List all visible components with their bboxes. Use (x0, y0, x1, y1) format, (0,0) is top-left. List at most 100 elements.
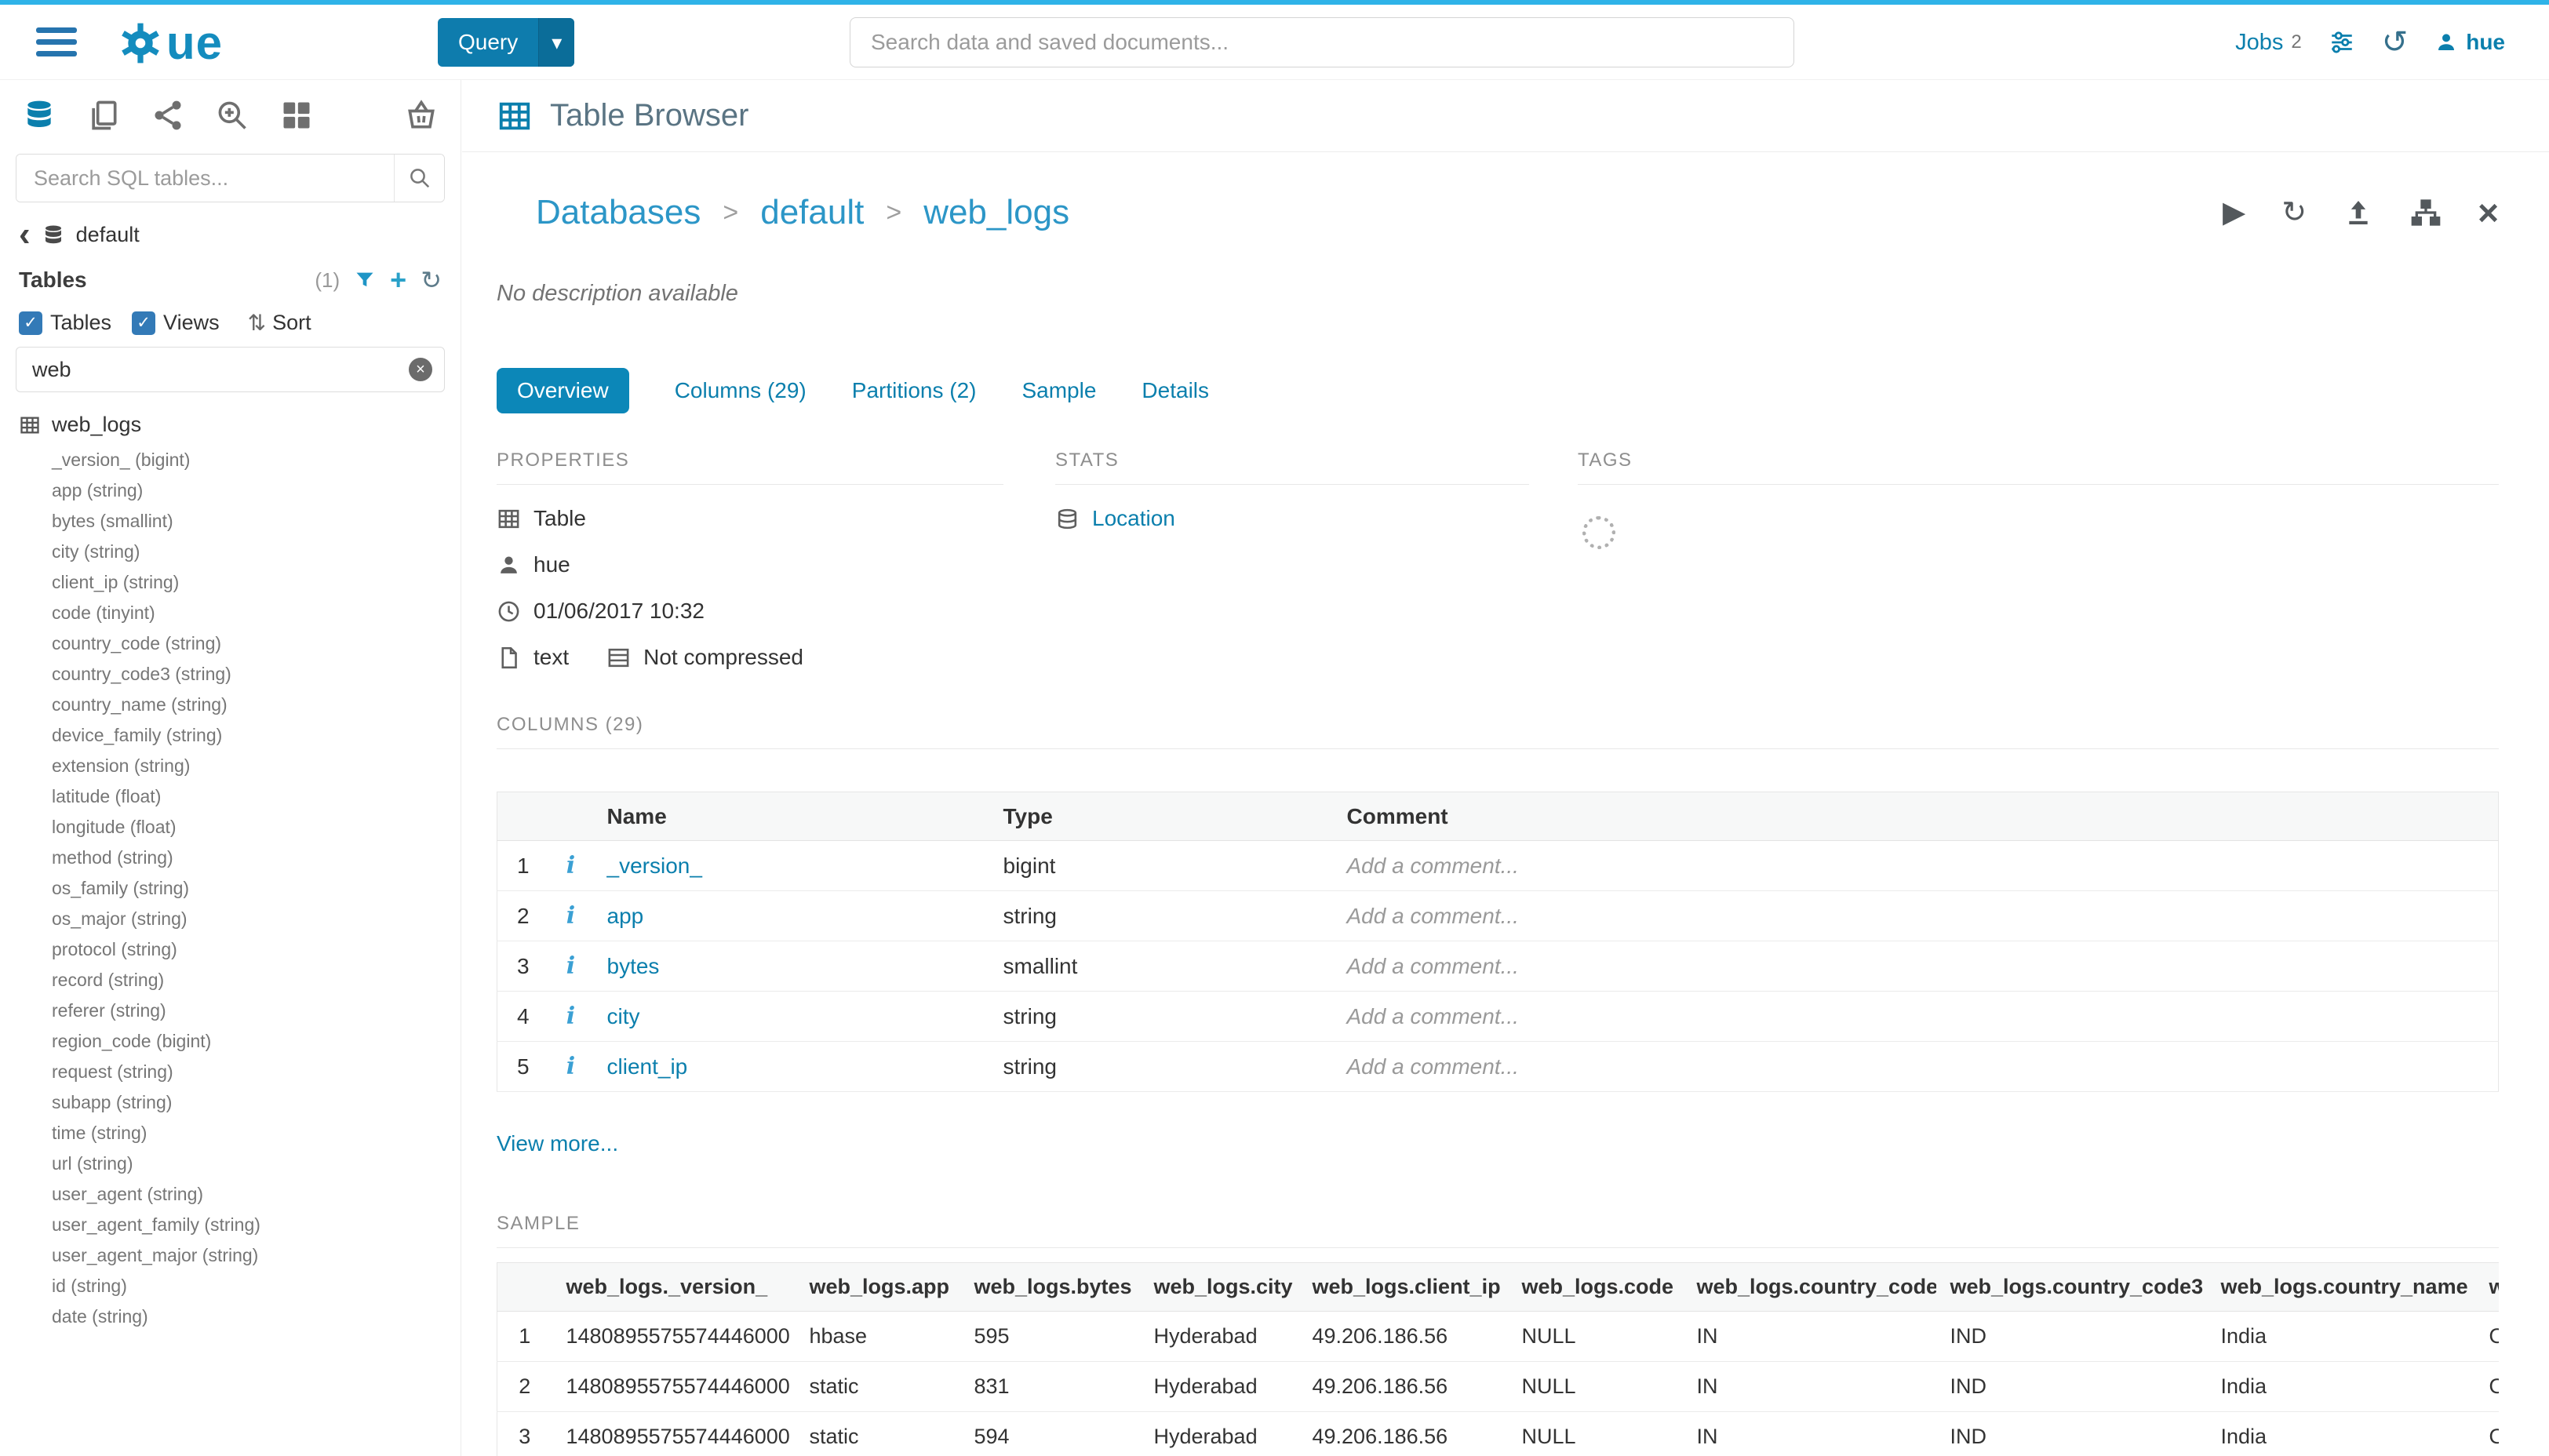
sidebar-column-item[interactable]: id (string) (52, 1271, 461, 1301)
sidebar-column-item[interactable]: method (string) (52, 843, 461, 873)
tab[interactable]: Partitions (2) (852, 368, 977, 413)
sample-cell: 831 (960, 1362, 1140, 1412)
views-checkbox[interactable]: ✓ Views (132, 311, 220, 335)
basket-icon[interactable] (404, 98, 439, 133)
column-info-icon[interactable]: i (566, 1053, 575, 1080)
sidebar-column-item[interactable]: city (string) (52, 537, 461, 567)
zoom-assist-icon[interactable] (215, 98, 249, 133)
sidebar-column-item[interactable]: protocol (string) (52, 934, 461, 965)
refresh-table-icon[interactable]: ↻ (2281, 198, 2307, 228)
column-row[interactable]: 1 i _version_ bigint Add a comment... (497, 841, 2499, 891)
column-info-icon[interactable]: i (566, 902, 575, 930)
table-filter-input[interactable] (16, 347, 445, 392)
sidebar-column-item[interactable]: user_agent_major (string) (52, 1240, 461, 1271)
column-info-icon[interactable]: i (566, 1003, 575, 1030)
lineage-sitemap-icon[interactable] (2410, 197, 2442, 228)
column-name-link[interactable]: city (607, 1004, 640, 1028)
sidebar-column-item[interactable]: subapp (string) (52, 1087, 461, 1118)
column-row[interactable]: 3 i bytes smallint Add a comment... (497, 941, 2499, 992)
sidebar-column-item[interactable]: longitude (float) (52, 812, 461, 843)
share-assist-icon[interactable] (151, 98, 185, 133)
sidebar-column-item[interactable]: date (string) (52, 1301, 461, 1332)
column-row[interactable]: 2 i app string Add a comment... (497, 891, 2499, 941)
clear-filter-icon[interactable]: × (409, 358, 432, 381)
sidebar-column-item[interactable]: client_ip (string) (52, 567, 461, 598)
sample-cell: IN (1683, 1312, 1936, 1362)
user-menu[interactable]: hue (2434, 30, 2505, 55)
sidebar-column-item[interactable]: extension (string) (52, 751, 461, 781)
sort-toggle[interactable]: ⇅ Sort (248, 310, 311, 336)
sidebar-column-item[interactable]: os_major (string) (52, 904, 461, 934)
column-index: 2 (497, 891, 549, 941)
column-row[interactable]: 5 i client_ip string Add a comment... (497, 1042, 2499, 1092)
jobs-link[interactable]: Jobs 2 (2235, 30, 2302, 56)
sidebar-column-item[interactable]: country_code3 (string) (52, 659, 461, 690)
sidebar-column-item[interactable]: referer (string) (52, 996, 461, 1026)
column-comment-placeholder[interactable]: Add a comment... (1333, 1042, 2499, 1092)
column-comment-placeholder[interactable]: Add a comment... (1333, 992, 2499, 1042)
column-info-icon[interactable]: i (566, 852, 575, 879)
query-button[interactable]: Query ▾ (438, 18, 574, 67)
breadcrumb-link[interactable]: default (760, 193, 864, 232)
sidebar-search-button[interactable] (394, 155, 444, 202)
history-icon[interactable]: ↺ (2382, 27, 2409, 58)
documents-assist-icon[interactable] (86, 98, 121, 133)
hamburger-menu-icon[interactable] (36, 27, 77, 56)
sample-cell: Hyderabad (1140, 1362, 1298, 1412)
jobs-sliders-icon[interactable] (2329, 29, 2355, 56)
sidebar-column-item[interactable]: time (string) (52, 1118, 461, 1148)
sidebar-column-item[interactable]: latitude (float) (52, 781, 461, 812)
hue-logo[interactable]: ue (118, 16, 223, 70)
sample-cell: O (2475, 1312, 2500, 1362)
tab[interactable]: Sample (1021, 368, 1096, 413)
tab[interactable]: Details (1142, 368, 1209, 413)
sidebar-column-item[interactable]: os_family (string) (52, 873, 461, 904)
tab[interactable]: Overview (497, 368, 629, 413)
column-comment-placeholder[interactable]: Add a comment... (1333, 941, 2499, 992)
view-more-link[interactable]: View more... (497, 1131, 618, 1156)
sidebar-column-item[interactable]: user_agent_family (string) (52, 1210, 461, 1240)
sidebar-column-item[interactable]: device_family (string) (52, 720, 461, 751)
column-info-icon[interactable]: i (566, 952, 575, 980)
tab[interactable]: Columns (29) (675, 368, 807, 413)
refresh-tables-icon[interactable]: ↻ (421, 268, 442, 293)
query-caret-icon[interactable]: ▾ (538, 18, 574, 67)
table-description[interactable]: No description available (497, 281, 2499, 307)
sidebar-column-item[interactable]: app (string) (52, 475, 461, 506)
global-search-input[interactable] (850, 17, 1794, 67)
sidebar-column-item[interactable]: region_code (bigint) (52, 1026, 461, 1057)
column-name-link[interactable]: _version_ (607, 854, 702, 878)
column-name-link[interactable]: bytes (607, 954, 660, 978)
tables-checkbox[interactable]: ✓ Tables (19, 311, 111, 335)
sidebar-column-item[interactable]: record (string) (52, 965, 461, 996)
sidebar-table-web-logs[interactable]: web_logs (0, 392, 461, 442)
current-database-link[interactable]: default (76, 223, 140, 247)
back-chevron-icon[interactable]: ‹ (19, 223, 31, 247)
sql-assist-database-icon[interactable] (22, 98, 56, 133)
column-comment-placeholder[interactable]: Add a comment... (1333, 891, 2499, 941)
sidebar-column-item[interactable]: country_name (string) (52, 690, 461, 720)
column-comment-placeholder[interactable]: Add a comment... (1333, 841, 2499, 891)
column-name-link[interactable]: client_ip (607, 1054, 688, 1079)
filter-funnel-icon[interactable] (354, 269, 376, 291)
column-row[interactable]: 4 i city string Add a comment... (497, 992, 2499, 1042)
breadcrumb-link[interactable]: web_logs (923, 193, 1069, 232)
sidebar-column-item[interactable]: user_agent (string) (52, 1179, 461, 1210)
sample-cell: IND (1936, 1412, 2207, 1456)
sample-cell: hbase (796, 1312, 960, 1362)
location-link[interactable]: Location (1092, 506, 1175, 531)
sidebar-column-item[interactable]: country_code (string) (52, 628, 461, 659)
import-upload-icon[interactable] (2343, 197, 2374, 228)
add-table-icon[interactable]: + (390, 266, 406, 294)
column-name-link[interactable]: app (607, 904, 644, 928)
sidebar-column-item[interactable]: bytes (smallint) (52, 506, 461, 537)
sidebar-column-item[interactable]: code (tinyint) (52, 598, 461, 628)
breadcrumb-link[interactable]: Databases (536, 193, 701, 232)
sidebar-search-input[interactable] (16, 155, 394, 202)
query-table-play-icon[interactable]: ▶ (2223, 198, 2245, 228)
apps-grid-icon[interactable] (279, 98, 314, 133)
close-icon[interactable]: × (2478, 195, 2499, 231)
sidebar-column-item[interactable]: url (string) (52, 1148, 461, 1179)
sidebar-column-item[interactable]: request (string) (52, 1057, 461, 1087)
sidebar-column-item[interactable]: _version_ (bigint) (52, 445, 461, 475)
